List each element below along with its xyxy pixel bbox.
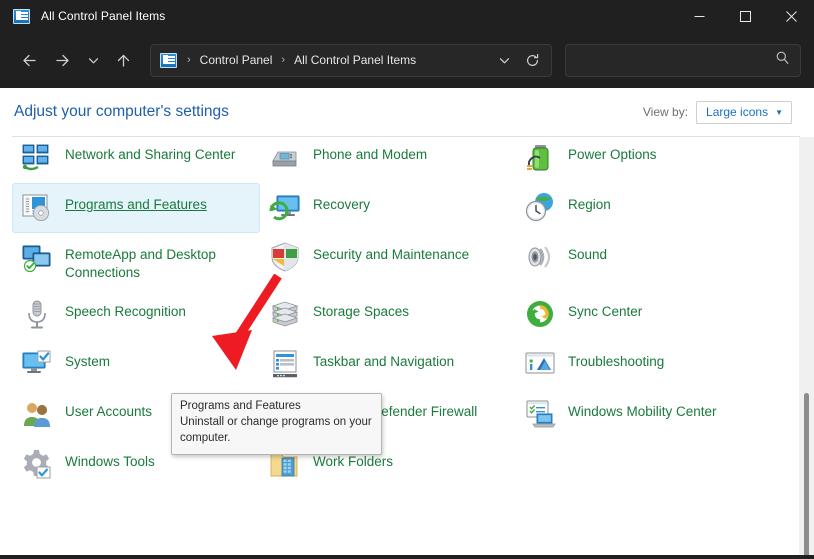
window-title: All Control Panel Items [41, 9, 165, 23]
control-panel-item-sound[interactable]: Sound [515, 233, 790, 283]
address-dropdown-button[interactable] [491, 47, 517, 73]
back-button[interactable] [13, 44, 46, 77]
troubleshooting-icon [524, 348, 556, 380]
sync-center-icon [524, 298, 556, 330]
control-panel-item-storage-spaces[interactable]: Storage Spaces [260, 290, 515, 340]
control-panel-item-speech-recognition[interactable]: Speech Recognition [12, 290, 260, 340]
breadcrumb-control-panel-icon [160, 53, 180, 68]
maximize-button[interactable] [722, 0, 768, 32]
control-panel-item-label: Sound [568, 241, 607, 264]
control-panel-item-label: User Accounts [65, 398, 152, 421]
control-panel-item-label: Recovery [313, 191, 370, 214]
minimize-button[interactable] [676, 0, 722, 32]
control-panel-item-label: System [65, 348, 110, 371]
control-panel-item-troubleshooting[interactable]: Troubleshooting [515, 340, 790, 390]
view-by-dropdown[interactable]: Large icons ▼ [696, 101, 792, 124]
control-panel-item-remoteapp-and-desktop-connections[interactable]: RemoteApp and Desktop Connections [12, 233, 260, 290]
control-panel-item-label: Phone and Modem [313, 141, 427, 164]
chevron-down-icon: ▼ [775, 109, 783, 117]
control-panel-item-label: Taskbar and Navigation [313, 348, 454, 371]
sound-icon [524, 241, 556, 273]
breadcrumb-item-control-panel[interactable]: Control Panel [198, 53, 275, 67]
taskbar-icon [269, 348, 301, 380]
up-button[interactable] [107, 44, 140, 77]
storage-spaces-icon [269, 298, 301, 330]
items-scroll-viewport: KeyboardMail (Microsoft Outlook)MouseNet… [0, 137, 814, 555]
control-panel-item-region[interactable]: Region [515, 183, 790, 233]
refresh-button[interactable] [519, 47, 545, 73]
control-panel-item-taskbar-and-navigation[interactable]: Taskbar and Navigation [260, 340, 515, 390]
scrollbar-thumb[interactable] [804, 393, 809, 559]
view-by-label: View by: [643, 105, 688, 119]
control-panel-item-sync-center[interactable]: Sync Center [515, 290, 790, 340]
phone-modem-icon [269, 141, 301, 173]
title-bar-left: All Control Panel Items [0, 9, 165, 24]
breadcrumb: › Control Panel › All Control Panel Item… [160, 53, 491, 68]
view-by-control: View by: Large icons ▼ [643, 101, 792, 124]
control-panel-window: All Control Panel Items [0, 0, 814, 559]
control-panel-item-label: Storage Spaces [313, 298, 409, 321]
breadcrumb-separator-0: › [180, 55, 198, 66]
mobility-center-icon [524, 398, 556, 430]
search-input[interactable] [565, 44, 801, 77]
control-panel-item-windows-mobility-center[interactable]: Windows Mobility Center [515, 390, 790, 440]
control-panel-item-label: Sync Center [568, 298, 642, 321]
control-panel-items-grid: KeyboardMail (Microsoft Outlook)MouseNet… [12, 137, 790, 490]
control-panel-item-recovery[interactable]: Recovery [260, 183, 515, 233]
content-area: Adjust your computer's settings View by:… [0, 88, 814, 559]
windows-tools-icon [21, 448, 53, 480]
control-panel-item-label: Speech Recognition [65, 298, 186, 321]
control-panel-item-label: Region [568, 191, 611, 214]
title-bar: All Control Panel Items [0, 0, 814, 32]
control-panel-item-label: RemoteApp and Desktop Connections [65, 241, 253, 282]
breadcrumb-item-all-control-panel-items[interactable]: All Control Panel Items [292, 53, 418, 67]
content-header: Adjust your computer's settings View by:… [0, 88, 814, 136]
battery-icon [524, 141, 556, 173]
control-panel-item-system[interactable]: System [12, 340, 260, 390]
programs-features-icon [21, 191, 53, 223]
region-icon [524, 191, 556, 223]
window-bottom-edge [0, 555, 814, 559]
control-panel-item-security-and-maintenance[interactable]: Security and Maintenance [260, 233, 515, 283]
control-panel-item-label: Security and Maintenance [313, 241, 469, 264]
forward-button[interactable] [46, 44, 79, 77]
network-sharing-icon [21, 141, 53, 173]
control-panel-item-power-options[interactable]: Power Options [515, 137, 790, 183]
control-panel-item-label: Windows Mobility Center [568, 398, 717, 421]
user-accounts-icon [21, 398, 53, 430]
control-panel-item-label: Troubleshooting [568, 348, 664, 371]
search-icon [775, 50, 790, 70]
control-panel-item-network-and-sharing-center[interactable]: Network and Sharing Center [12, 137, 260, 183]
recent-locations-button[interactable] [79, 44, 107, 77]
vertical-scrollbar[interactable] [799, 137, 814, 559]
address-bar[interactable]: › Control Panel › All Control Panel Item… [150, 44, 552, 77]
control-panel-item-programs-and-features[interactable]: Programs and Features [12, 183, 260, 233]
control-panel-item-label: Programs and Features [65, 191, 207, 214]
control-panel-icon [13, 9, 30, 24]
control-panel-item-label: Windows Tools [65, 448, 155, 471]
page-title: Adjust your computer's settings [14, 103, 229, 121]
tooltip: Programs and Features Uninstall or chang… [171, 393, 382, 455]
control-panel-item-label: Network and Sharing Center [65, 141, 235, 164]
microphone-icon [21, 298, 53, 330]
address-bar-actions [491, 47, 545, 73]
tooltip-title: Programs and Features [180, 399, 373, 415]
system-icon [21, 348, 53, 380]
view-by-value: Large icons [706, 105, 768, 119]
control-panel-item-label: Power Options [568, 141, 657, 164]
navigation-bar: › Control Panel › All Control Panel Item… [0, 32, 814, 88]
remoteapp-icon [21, 241, 53, 273]
breadcrumb-separator-1: › [274, 55, 292, 66]
tooltip-body: Uninstall or change programs on your com… [180, 415, 373, 447]
window-controls [676, 0, 814, 32]
close-button[interactable] [768, 0, 814, 32]
control-panel-item-phone-and-modem[interactable]: Phone and Modem [260, 137, 515, 183]
recovery-icon [269, 191, 301, 223]
security-maintenance-icon [269, 241, 301, 273]
